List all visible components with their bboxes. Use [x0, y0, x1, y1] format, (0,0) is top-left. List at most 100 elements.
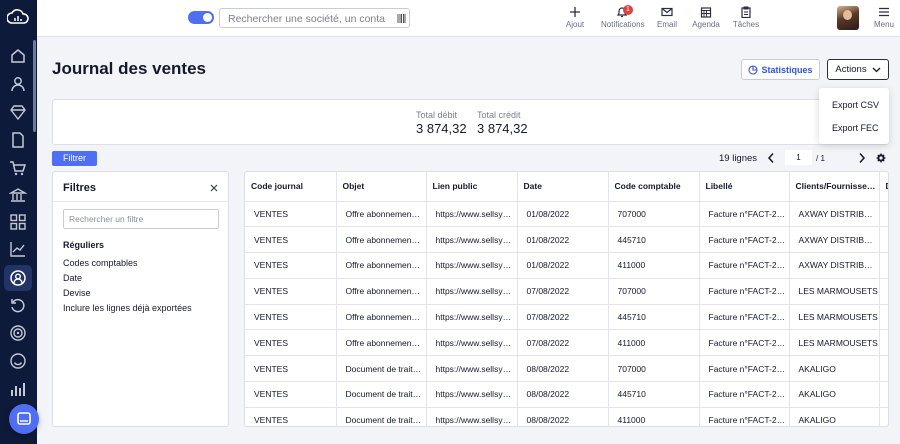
total-credit: Total crédit 3 874,32	[477, 110, 528, 136]
page-number-input[interactable]	[785, 150, 812, 165]
add-label: Ajout	[565, 20, 585, 29]
table-row[interactable]: VENTES Offre abonnemen… https://www.sellsy…	[245, 201, 888, 228]
column-header[interactable]: Code journal	[245, 172, 337, 202]
filter-section-title: Réguliers	[63, 240, 105, 250]
table-cell: VENTES	[245, 304, 337, 331]
chart-line-icon[interactable]	[9, 240, 27, 258]
column-header[interactable]: Clients/Fournisse…	[789, 172, 880, 202]
home-icon[interactable]	[9, 47, 27, 65]
export-fec-item[interactable]: Export FEC	[832, 123, 879, 133]
filter-item-inclure-exportees[interactable]: Inclure les lignes déjà exportées	[63, 303, 192, 313]
agenda-label: Agenda	[692, 20, 720, 29]
agenda-button[interactable]: Agenda	[691, 6, 721, 29]
menu-button[interactable]: Menu	[873, 6, 895, 29]
envelope-icon	[661, 7, 673, 17]
table-cell: 707000	[608, 355, 700, 383]
table-cell: 01/08/2022	[517, 252, 609, 279]
mode-toggle[interactable]	[188, 11, 214, 24]
history-icon[interactable]	[9, 297, 27, 315]
filter-item-date[interactable]: Date	[63, 273, 82, 283]
page-total: / 1	[816, 154, 825, 163]
cart-icon[interactable]	[9, 159, 27, 177]
target-icon[interactable]	[9, 324, 27, 342]
table-row[interactable]: VENTES Offre abonnemen… https://www.sellsy…	[245, 329, 888, 357]
apps-icon[interactable]	[9, 213, 27, 231]
filters-panel: Filtres Réguliers Codes comptables Date …	[52, 171, 229, 427]
table-cell: https://www.sellsy…	[426, 278, 518, 305]
table-cell: Offre abonnemen…	[336, 329, 427, 357]
hamburger-icon	[879, 7, 889, 17]
table-cell	[879, 407, 888, 426]
bank-icon[interactable]	[9, 186, 27, 204]
chevron-left-icon[interactable]	[767, 152, 775, 164]
totals-card: Total débit 3 874,32 Total crédit 3 874,…	[52, 99, 889, 145]
table-row[interactable]: VENTES Document de trait… https://www.sell…	[245, 355, 888, 383]
calendar-icon	[700, 7, 712, 18]
chart-pie-icon	[748, 64, 759, 75]
total-debit: Total débit 3 874,32	[416, 110, 467, 136]
chat-launcher-button[interactable]	[9, 404, 39, 434]
table-row[interactable]: VENTES Offre abonnemen… https://www.sellsy…	[245, 278, 888, 305]
table-cell: https://www.sellsy…	[426, 381, 518, 408]
contact-icon[interactable]	[9, 75, 27, 93]
statistics-button[interactable]: Statistiques	[741, 59, 820, 80]
table-cell: VENTES	[245, 201, 337, 228]
gem-icon[interactable]	[9, 103, 27, 121]
bar-chart-icon[interactable]	[9, 380, 27, 398]
table-cell: VENTES	[245, 278, 337, 305]
column-header[interactable]: D	[879, 172, 888, 202]
total-debit-value: 3 874,32	[416, 121, 467, 136]
filter-search-input[interactable]	[63, 209, 219, 229]
table-row[interactable]: VENTES Offre abonnemen… https://www.sellsy…	[245, 226, 888, 254]
table-cell: Facture n°FACT-2…	[699, 381, 790, 408]
sidebar-scrollbar[interactable]	[33, 40, 36, 132]
logo-icon[interactable]	[7, 8, 29, 26]
user-avatar[interactable]	[837, 6, 859, 30]
table-row[interactable]: VENTES Offre abonnemen… https://www.sellsy…	[245, 304, 888, 331]
table-cell: VENTES	[245, 329, 337, 357]
notifications-button[interactable]: 1 Notifications	[601, 5, 645, 29]
filters-title: Filtres	[63, 182, 97, 194]
table-cell	[879, 355, 888, 383]
global-search-input[interactable]	[220, 10, 385, 28]
table-cell: Facture n°FACT-2…	[699, 355, 790, 383]
tasks-button[interactable]: Tâches	[732, 6, 760, 29]
filter-item-codes-comptables[interactable]: Codes comptables	[63, 258, 138, 268]
actions-button[interactable]: Actions	[827, 59, 889, 80]
export-csv-item[interactable]: Export CSV	[832, 100, 879, 110]
document-icon[interactable]	[9, 131, 27, 149]
gear-icon[interactable]	[876, 153, 886, 163]
column-header[interactable]: Date	[517, 172, 609, 202]
filter-item-devise[interactable]: Devise	[63, 288, 91, 298]
total-credit-value: 3 874,32	[477, 121, 528, 136]
table-row[interactable]: VENTES Document de trait… https://www.sell…	[245, 381, 888, 408]
email-button[interactable]: Email	[655, 6, 679, 29]
add-button[interactable]: Ajout	[563, 6, 587, 29]
table-row[interactable]: VENTES Offre abonnemen… https://www.sellsy…	[245, 252, 888, 279]
table-cell: 445710	[608, 381, 700, 408]
column-header[interactable]: Libellé	[699, 172, 790, 202]
table-cell: VENTES	[245, 355, 337, 383]
table-cell: 445710	[608, 226, 700, 254]
accounting-icon[interactable]	[9, 269, 27, 287]
table-cell: 07/08/2022	[517, 278, 609, 305]
table-cell: 07/08/2022	[517, 304, 609, 331]
barcode-scan-icon[interactable]	[397, 13, 406, 24]
column-header[interactable]: Lien public	[426, 172, 518, 202]
smiley-icon[interactable]	[9, 352, 27, 370]
close-icon[interactable]	[210, 184, 218, 192]
table-cell: Facture n°FACT-2…	[699, 407, 790, 426]
table-cell	[879, 304, 888, 331]
table-row[interactable]: VENTES Document de trait… https://www.sell…	[245, 407, 888, 426]
global-search	[219, 8, 410, 28]
table-cell: 411000	[608, 329, 700, 357]
clipboard-icon	[741, 6, 751, 18]
chevron-right-icon[interactable]	[858, 152, 866, 164]
table-cell: Offre abonnemen…	[336, 252, 427, 279]
filter-button[interactable]: Filtrer	[52, 151, 97, 166]
column-header[interactable]: Code comptable	[608, 172, 700, 202]
email-label: Email	[656, 20, 677, 29]
column-header[interactable]: Objet	[336, 172, 427, 202]
table-cell: VENTES	[245, 407, 337, 426]
table-cell: 08/08/2022	[517, 355, 609, 383]
